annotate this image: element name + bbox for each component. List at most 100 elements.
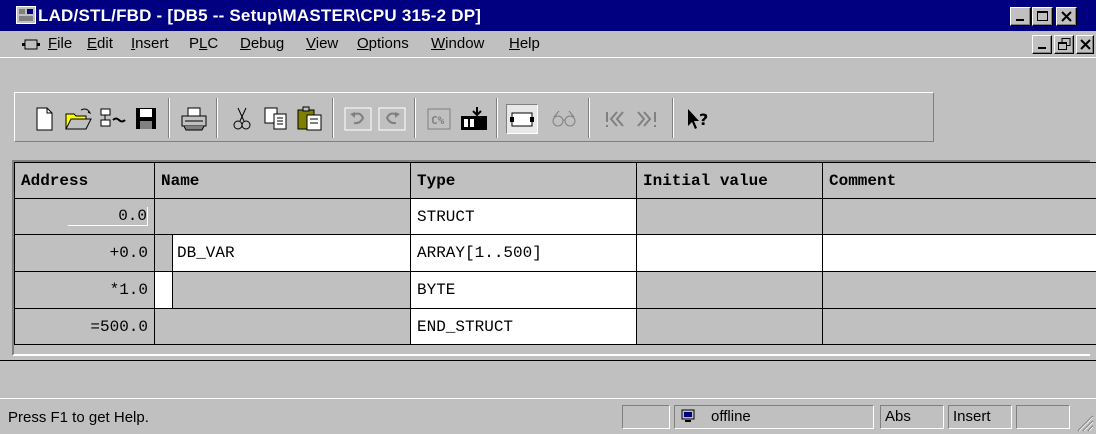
struct-indent (155, 235, 173, 271)
save-button[interactable] (130, 104, 162, 134)
context-help-button[interactable]: ? (682, 104, 714, 134)
minimize-icon (1038, 47, 1046, 49)
table-row[interactable]: 0.0 STRUCT (14, 198, 1096, 235)
comment-cell[interactable] (822, 271, 1096, 309)
restore-icon (1058, 38, 1071, 50)
toolbar-separator (588, 98, 590, 138)
child-restore-button[interactable] (1054, 35, 1074, 54)
table-header-row: Address Name Type Initial value Comment (14, 162, 1096, 199)
close-icon (1061, 11, 1072, 22)
comment-cell[interactable] (822, 198, 1096, 235)
initial-value-cell[interactable] (636, 308, 823, 345)
menu-options[interactable]: Options (357, 35, 409, 52)
name-cell[interactable] (154, 308, 411, 345)
toolbar: C% ? (0, 57, 1096, 148)
menu-bar: File Edit Insert PLC Debug View Options … (0, 31, 1096, 57)
status-pane-edit-mode: Insert (948, 405, 1012, 429)
type-cell[interactable]: STRUCT (410, 198, 637, 235)
type-cell[interactable]: BYTE (410, 271, 637, 309)
table-row[interactable]: +0.0 DB_VAR ARRAY[1..500] (14, 234, 1096, 272)
column-header-type[interactable]: Type (410, 162, 637, 199)
new-icon (36, 107, 53, 131)
toolbar-separator (216, 98, 218, 138)
overview-button[interactable] (506, 104, 538, 134)
overview-icon (510, 112, 534, 127)
accessible-nodes-button[interactable] (96, 104, 128, 134)
cut-button[interactable] (226, 104, 258, 134)
close-button[interactable] (1056, 7, 1077, 26)
context-help-icon: ? (688, 109, 708, 129)
grid-app-icon[interactable] (16, 6, 36, 24)
monitor-button[interactable] (548, 104, 580, 134)
redo-button[interactable] (376, 104, 408, 134)
column-header-comment[interactable]: Comment (822, 162, 1096, 199)
breakpoint-next-button[interactable] (632, 104, 664, 134)
status-bar: Press F1 to get Help. offline Abs Insert (0, 398, 1096, 434)
name-cell[interactable] (154, 271, 411, 309)
address-cell[interactable]: 0.0 (14, 198, 155, 235)
name-cell[interactable]: DB_VAR (154, 234, 411, 272)
menu-edit[interactable]: Edit (87, 35, 113, 52)
maximize-icon (1037, 11, 1048, 21)
cut-icon (233, 107, 251, 130)
title-bar[interactable]: LAD/STL/FBD - [DB5 -- Setup\MASTER\CPU 3… (0, 0, 1096, 31)
struct-indent (155, 272, 173, 308)
details-divider (0, 360, 1096, 384)
type-cell[interactable]: ARRAY[1..500] (410, 234, 637, 272)
save-icon (136, 108, 156, 129)
monitor-glasses-icon (552, 110, 576, 127)
address-cell[interactable]: =500.0 (14, 308, 155, 345)
column-header-address[interactable]: Address (14, 162, 155, 199)
minimize-button[interactable] (1010, 7, 1031, 26)
minimize-icon (1016, 19, 1024, 21)
table-row[interactable]: *1.0 BYTE (14, 271, 1096, 309)
load-icon: C% (427, 108, 451, 130)
accessible-nodes-icon (100, 108, 126, 127)
comment-cell[interactable] (822, 308, 1096, 345)
child-minimize-button[interactable] (1032, 35, 1052, 54)
connection-status: offline (711, 408, 751, 425)
address-cell[interactable]: *1.0 (14, 271, 155, 309)
open-button[interactable] (62, 104, 94, 134)
menu-file[interactable]: File (48, 35, 72, 52)
toolbar-separator (168, 98, 170, 138)
toolbar-separator (332, 98, 334, 138)
comment-cell[interactable] (822, 234, 1096, 272)
download-button[interactable] (458, 104, 490, 134)
menu-insert[interactable]: Insert (131, 35, 169, 52)
load-button[interactable]: C% (424, 104, 456, 134)
menu-plc[interactable]: PLC (189, 35, 218, 52)
initial-value-cell[interactable] (636, 271, 823, 309)
initial-value-cell[interactable] (636, 234, 823, 272)
computer-icon (681, 409, 695, 422)
menu-debug[interactable]: Debug (240, 35, 284, 52)
type-cell[interactable]: END_STRUCT (410, 308, 637, 345)
copy-button[interactable] (260, 104, 292, 134)
table-row[interactable]: =500.0 END_STRUCT (14, 308, 1096, 345)
document-window-icon[interactable] (22, 39, 40, 50)
breakpoint-prev-button[interactable] (598, 104, 630, 134)
breakpoint-prev-icon (606, 111, 624, 127)
child-close-button[interactable] (1076, 35, 1094, 54)
toolbar-separator (672, 98, 674, 138)
initial-value-cell[interactable] (636, 198, 823, 235)
name-cell[interactable] (154, 198, 411, 235)
restore-button[interactable] (1032, 7, 1053, 26)
paste-button[interactable] (294, 104, 326, 134)
status-pane-connection: offline (674, 405, 874, 429)
menu-help[interactable]: Help (509, 35, 540, 52)
toolbar-separator (496, 98, 498, 138)
column-header-name[interactable]: Name (154, 162, 411, 199)
address-cell[interactable]: +0.0 (14, 234, 155, 272)
undo-icon (344, 107, 372, 131)
print-button[interactable] (178, 104, 210, 134)
svg-text:C%: C% (431, 114, 445, 127)
resize-grip-icon[interactable] (1072, 410, 1094, 432)
column-header-initial-value[interactable]: Initial value (636, 162, 823, 199)
menu-window[interactable]: Window (431, 35, 484, 52)
status-help-text: Press F1 to get Help. (8, 409, 149, 426)
undo-button[interactable] (342, 104, 374, 134)
new-button[interactable] (28, 104, 60, 134)
svg-text:?: ? (699, 110, 708, 129)
menu-view[interactable]: View (306, 35, 338, 52)
